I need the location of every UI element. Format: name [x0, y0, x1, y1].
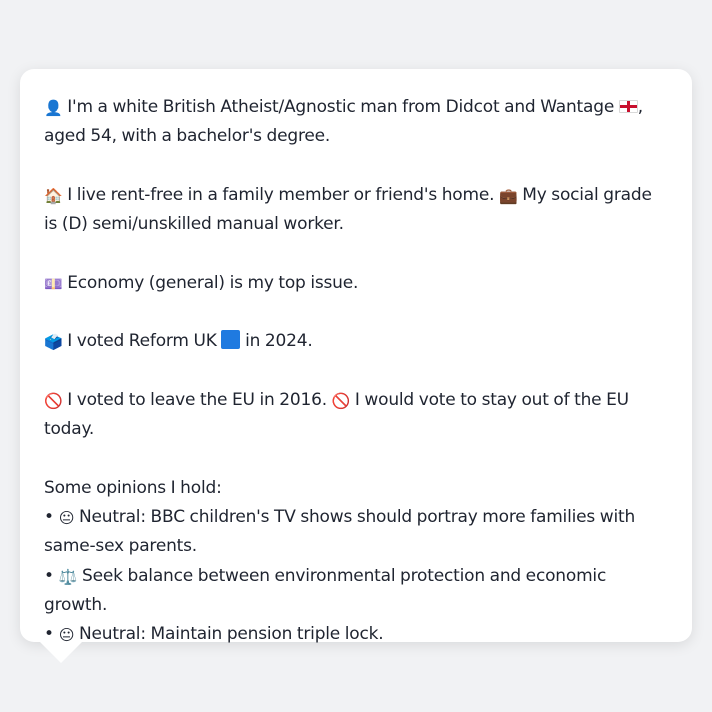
top-issue-paragraph: 💷 Economy (general) is my top issue. — [44, 269, 668, 298]
speech-bubble-tail — [40, 642, 82, 663]
blue-square-icon — [221, 330, 241, 350]
opinion-item: • ⚖️ Seek balance between environmental p… — [44, 562, 668, 621]
opinion-item: • 😐 Neutral: BBC children's TV shows shou… — [44, 503, 668, 562]
briefcase-icon: 💼 — [499, 186, 518, 205]
bullet: • — [44, 565, 54, 586]
vote-2024-year-text: in 2024. — [245, 331, 313, 352]
identity-paragraph: 👤 I'm a white British Atheist/Agnostic m… — [44, 93, 668, 152]
prohibited-icon: 🚫 — [331, 391, 351, 410]
prohibited-icon: 🚫 — [44, 391, 63, 410]
eu-2016-text: I voted to leave the EU in 2016. — [67, 389, 327, 410]
house-icon: 🏠 — [44, 186, 63, 205]
eu-paragraph: 🚫 I voted to leave the EU in 2016. 🚫 I w… — [44, 386, 668, 445]
opinion-text: Seek balance between environmental prote… — [44, 565, 607, 616]
opinion-text: Neutral: BBC children's TV shows should … — [44, 507, 636, 557]
person-icon: 👤 — [44, 99, 63, 117]
opinions-heading: Some opinions I hold: — [44, 477, 222, 498]
opinion-item: • 😐 Neutral: Maintain pension triple lock… — [44, 620, 668, 649]
england-flag-icon — [618, 100, 638, 113]
neutral-face-icon: 😐 — [58, 509, 75, 528]
housing-text: I live rent-free in a family member or f… — [67, 184, 495, 205]
vote-2024-text: I voted Reform UK — [67, 331, 217, 352]
bullet: • — [44, 507, 54, 528]
persona-card: 👤 I'm a white British Atheist/Agnostic m… — [20, 69, 692, 644]
opinion-text: Neutral: Maintain pension triple lock. — [78, 624, 384, 645]
persona-text: 👤 I'm a white British Atheist/Agnostic m… — [44, 93, 668, 650]
identity-text: I'm a white British Atheist/Agnostic man… — [67, 97, 615, 117]
top-issue-text: Economy (general) is my top issue. — [67, 272, 359, 293]
money-icon: 💷 — [44, 274, 63, 293]
vote-2024-paragraph: 🗳️ I voted Reform UK in 2024. — [44, 327, 668, 356]
balance-scale-icon: ⚖️ — [58, 567, 78, 586]
ballot-box-icon: 🗳️ — [44, 333, 63, 352]
housing-paragraph: 🏠 I live rent-free in a family member or… — [44, 181, 668, 240]
